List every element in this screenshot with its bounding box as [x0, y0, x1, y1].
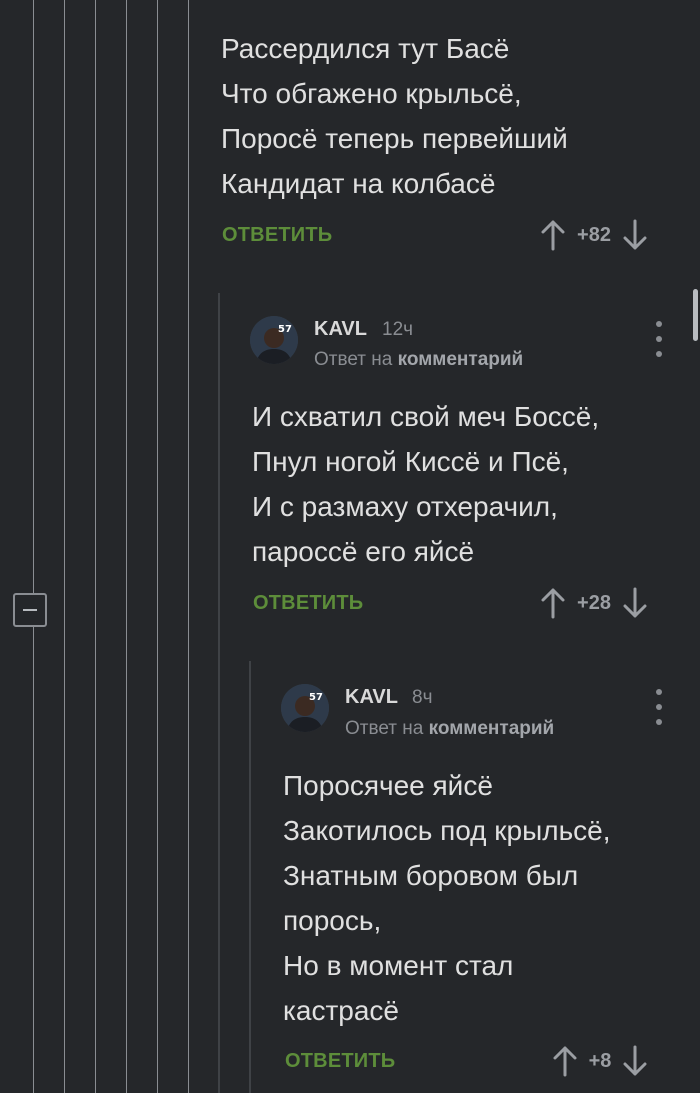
comment: Рассердился тут Басё Что обгажено крыльс… [221, 26, 691, 206]
vote-controls: +8 [552, 1045, 648, 1077]
vote-score: +28 [577, 591, 611, 614]
thread-guide-line [95, 0, 96, 1093]
reply-to-link[interactable]: комментарий [429, 718, 555, 739]
arrow-up-icon[interactable] [552, 1045, 578, 1077]
thread-guide-line [33, 0, 34, 1093]
comment-text: Поросячее яйсё Закотилось под крыльсё, З… [283, 770, 611, 1026]
vote-controls: +82 [540, 219, 648, 251]
svg-text:57: 57 [278, 324, 292, 335]
comment-text: И схватил свой меч Боссё, Пнул ногой Кис… [252, 401, 600, 567]
reply-button[interactable]: ОТВЕТИТЬ [222, 224, 332, 247]
author-name[interactable]: KAVL [314, 318, 367, 341]
arrow-down-icon[interactable] [622, 219, 648, 251]
reply-to-prefix: Ответ на [345, 718, 424, 739]
arrow-down-icon[interactable] [622, 587, 648, 619]
thread-guide-line [64, 0, 65, 1093]
reply-to-link[interactable]: комментарий [398, 349, 524, 370]
author-name[interactable]: KAVL [345, 686, 398, 709]
vote-score: +82 [577, 223, 611, 246]
reply-to-info: Ответ на комментарий [314, 349, 523, 371]
more-vertical-icon[interactable] [654, 689, 664, 725]
vote-controls: +28 [540, 587, 648, 619]
thread-guide-line [188, 0, 189, 1093]
avatar[interactable]: 57 [250, 316, 298, 364]
reply-to-prefix: Ответ на [314, 349, 393, 370]
reply-thread-line [249, 661, 251, 1093]
comment: Поросячее яйсё Закотилось под крыльсё, З… [283, 763, 683, 1033]
comment-time: 12ч [382, 319, 414, 340]
svg-text:57: 57 [309, 692, 323, 703]
vote-score: +8 [588, 1049, 612, 1072]
comment-text: Рассердился тут Басё Что обгажено крыльс… [221, 33, 568, 199]
thread-guide-line [126, 0, 127, 1093]
avatar[interactable]: 57 [281, 684, 329, 732]
thread-guide-line [157, 0, 158, 1093]
comment-time: 8ч [412, 687, 433, 708]
comment: И схватил свой меч Боссё, Пнул ногой Кис… [252, 394, 692, 574]
arrow-up-icon[interactable] [540, 587, 566, 619]
arrow-up-icon[interactable] [540, 219, 566, 251]
reply-button[interactable]: ОТВЕТИТЬ [285, 1050, 395, 1073]
reply-to-info: Ответ на комментарий [345, 718, 554, 740]
scrollbar[interactable] [693, 289, 698, 341]
reply-thread-line [218, 293, 220, 1093]
more-vertical-icon[interactable] [654, 321, 664, 357]
reply-button[interactable]: ОТВЕТИТЬ [253, 592, 363, 615]
arrow-down-icon[interactable] [622, 1045, 648, 1077]
collapse-thread-button[interactable] [13, 593, 47, 627]
